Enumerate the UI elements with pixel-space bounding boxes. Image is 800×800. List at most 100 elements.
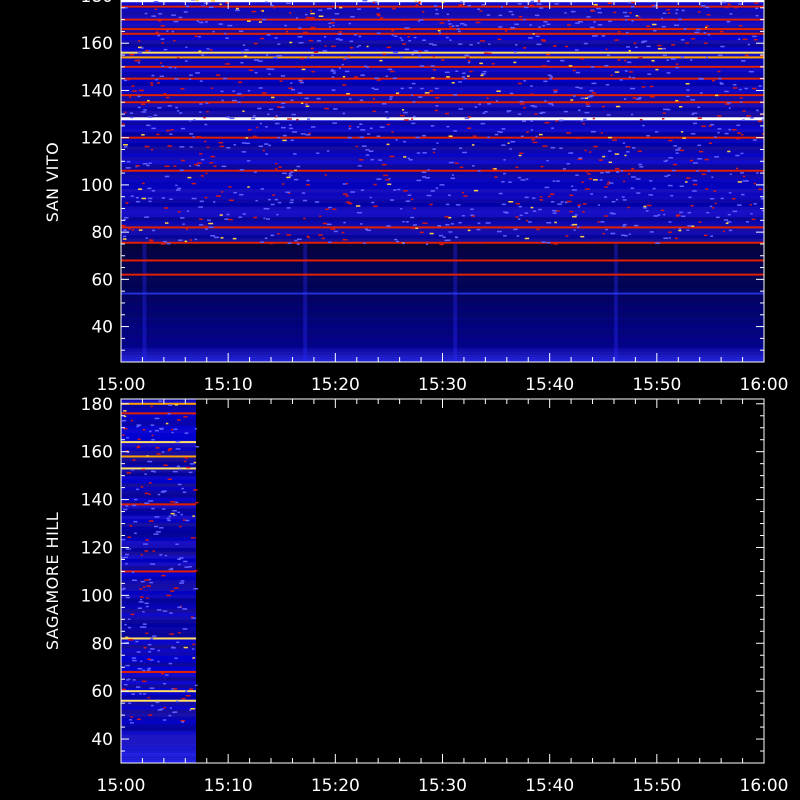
noise-speckle xyxy=(152,550,155,552)
noise-speckle xyxy=(200,175,204,177)
noise-speckle xyxy=(240,95,244,97)
noise-speckle xyxy=(127,618,131,621)
noise-speckle xyxy=(136,446,140,449)
noise-speckle xyxy=(143,646,147,649)
noise-speckle xyxy=(343,221,346,224)
noise-speckle xyxy=(193,587,199,590)
noise-speckle xyxy=(341,63,344,66)
noise-speckle xyxy=(500,6,504,8)
noise-speckle xyxy=(266,68,271,70)
spectrum-background-strip xyxy=(121,340,764,345)
spectrum-background-strip xyxy=(121,43,764,48)
noise-speckle xyxy=(581,181,584,183)
noise-speckle xyxy=(568,152,574,154)
rfi-line xyxy=(121,226,764,229)
noise-speckle xyxy=(413,115,416,118)
noise-speckle xyxy=(123,235,127,238)
noise-speckle xyxy=(185,5,190,8)
noise-speckle xyxy=(244,49,249,51)
noise-speckle xyxy=(678,18,682,21)
spectrum-background-strip xyxy=(121,676,197,681)
noise-speckle xyxy=(181,159,185,162)
noise-speckle xyxy=(181,127,186,130)
noise-speckle xyxy=(172,514,177,516)
noise-speckle xyxy=(154,429,160,432)
noise-speckle xyxy=(262,92,267,94)
noise-speckle xyxy=(188,471,193,474)
noise-speckle xyxy=(553,45,557,47)
noise-speckle xyxy=(674,24,679,27)
noise-speckle xyxy=(305,134,311,136)
noise-speckle xyxy=(583,42,588,45)
noise-speckle xyxy=(144,12,148,15)
noise-speckle xyxy=(161,672,165,675)
noise-speckle xyxy=(530,0,534,3)
noise-speckle xyxy=(411,53,415,56)
noise-speckle xyxy=(198,21,204,24)
noise-speckle xyxy=(310,126,316,128)
noise-speckle xyxy=(145,632,149,634)
noise-speckle xyxy=(493,168,497,170)
noise-speckle xyxy=(539,112,544,115)
noise-speckle xyxy=(195,445,200,448)
noise-speckle xyxy=(309,17,315,19)
noise-speckle xyxy=(723,219,729,221)
noise-speckle xyxy=(332,24,335,27)
noise-speckle xyxy=(480,40,485,42)
noise-speckle xyxy=(137,718,141,721)
noise-speckle xyxy=(350,15,355,18)
spectrum-background-strip xyxy=(121,536,197,541)
spectrum-background-strip xyxy=(121,220,764,225)
noise-speckle xyxy=(608,150,612,152)
noise-speckle xyxy=(148,500,154,502)
noise-speckle xyxy=(123,216,129,219)
noise-speckle xyxy=(151,507,155,510)
noise-speckle xyxy=(123,410,127,412)
noise-speckle xyxy=(130,195,134,197)
noise-speckle xyxy=(559,147,563,150)
noise-speckle xyxy=(666,72,671,74)
noise-speckle xyxy=(342,183,347,185)
noise-speckle xyxy=(194,684,198,687)
noise-speckle xyxy=(469,44,473,46)
noise-speckle xyxy=(540,39,546,41)
noise-speckle xyxy=(745,221,749,223)
noise-speckle xyxy=(155,531,161,533)
noise-speckle xyxy=(578,87,583,89)
noise-speckle xyxy=(646,134,650,137)
noise-speckle xyxy=(288,124,292,126)
x-tick-label: 15:00 xyxy=(97,375,146,395)
noise-speckle xyxy=(155,701,160,704)
noise-speckle xyxy=(274,162,278,165)
noise-speckle xyxy=(671,44,676,46)
noise-speckle xyxy=(703,234,708,237)
noise-speckle xyxy=(205,228,208,230)
noise-speckle xyxy=(448,231,453,233)
noise-speckle xyxy=(670,58,676,60)
rfi-line xyxy=(121,241,764,244)
noise-speckle xyxy=(203,225,208,228)
noise-speckle xyxy=(180,513,183,516)
noise-speckle xyxy=(424,52,428,54)
spectrum-background-strip xyxy=(121,472,197,477)
noise-speckle xyxy=(129,719,132,721)
noise-speckle xyxy=(172,470,178,473)
noise-speckle xyxy=(240,61,244,64)
noise-speckle xyxy=(210,87,213,89)
noise-speckle xyxy=(635,15,639,17)
noise-speckle xyxy=(542,145,548,147)
noise-speckle xyxy=(209,162,214,164)
noise-speckle xyxy=(356,46,359,48)
noise-speckle xyxy=(121,538,126,541)
noise-speckle xyxy=(681,9,685,12)
noise-speckle xyxy=(628,1,632,4)
noise-speckle xyxy=(728,192,732,194)
noise-speckle xyxy=(574,137,580,140)
noise-speckle xyxy=(453,130,457,132)
noise-speckle xyxy=(150,563,156,565)
noise-speckle xyxy=(411,227,415,230)
noise-speckle xyxy=(123,229,127,231)
noise-speckle xyxy=(284,24,287,27)
noise-speckle xyxy=(517,218,521,220)
noise-speckle xyxy=(232,237,237,240)
